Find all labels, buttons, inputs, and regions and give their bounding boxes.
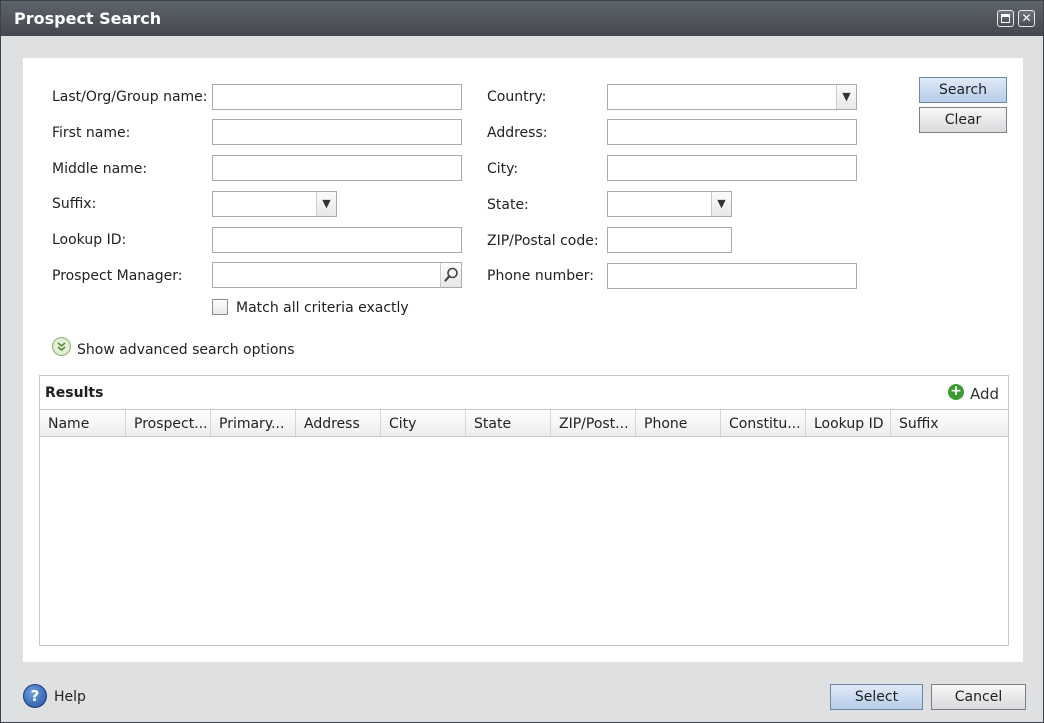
double-chevron-down-icon[interactable] [52,337,71,356]
last-name-input[interactable] [212,84,462,110]
address-input[interactable] [607,119,857,145]
search-button[interactable]: Search [919,77,1007,103]
help-link[interactable]: Help [54,689,86,705]
match-all-checkbox[interactable] [212,299,228,315]
chevron-down-icon[interactable]: ▼ [836,85,856,109]
maximize-button[interactable] [997,10,1014,27]
close-icon: ✕ [1021,11,1032,25]
chevron-down-icon[interactable]: ▼ [316,192,336,216]
advanced-search-toggle[interactable]: Show advanced search options [77,342,295,358]
prospect-manager-field[interactable] [212,262,462,288]
city-input[interactable] [607,155,857,181]
column-header-address[interactable]: Address [296,410,381,436]
prospect-manager-search-button[interactable] [440,263,461,287]
lookup-id-input[interactable] [212,227,462,253]
first-name-label: First name: [52,125,131,141]
column-header-zip[interactable]: ZIP/Post... [551,410,636,436]
column-header-lookup-id[interactable]: Lookup ID [806,410,891,436]
search-panel: Last/Org/Group name: First name: Middle … [23,58,1023,662]
suffix-dropdown[interactable]: ▼ [212,191,337,217]
match-all-label: Match all criteria exactly [236,300,409,316]
column-header-phone[interactable]: Phone [636,410,721,436]
phone-input[interactable] [607,263,857,289]
maximize-icon [1001,14,1010,23]
magnifier-icon [444,267,458,282]
clear-button[interactable]: Clear [919,107,1007,133]
suffix-label: Suffix: [52,196,97,212]
phone-label: Phone number: [487,268,594,284]
column-header-suffix[interactable]: Suffix [891,410,1008,436]
state-label: State: [487,197,529,213]
state-dropdown[interactable]: ▼ [607,191,732,217]
middle-name-label: Middle name: [52,161,148,177]
prospect-manager-label: Prospect Manager: [52,268,183,284]
select-button[interactable]: Select [830,684,923,710]
lookup-id-label: Lookup ID: [52,232,127,248]
results-title: Results [45,385,104,401]
plus-circle-icon: + [948,384,964,400]
address-label: Address: [487,125,548,141]
column-header-primary[interactable]: Primary... [211,410,296,436]
question-icon[interactable]: ? [23,684,47,708]
results-grid-header: Name Prospect... Primary... Address City… [40,409,1008,437]
city-label: City: [487,161,519,177]
dialog-title: Prospect Search [14,9,162,28]
middle-name-input[interactable] [212,155,462,181]
results-grid-body [40,438,1008,645]
column-header-name[interactable]: Name [40,410,126,436]
country-label: Country: [487,89,547,105]
title-bar: Prospect Search ✕ [1,1,1043,36]
zip-input[interactable] [607,227,732,253]
close-button[interactable]: ✕ [1018,10,1035,27]
prospect-search-dialog: Prospect Search ✕ Last/Org/Group name: F… [0,0,1044,723]
first-name-input[interactable] [212,119,462,145]
results-panel: Results + Add Name Prospect... Primary..… [39,375,1009,646]
zip-label: ZIP/Postal code: [487,233,599,249]
column-header-state[interactable]: State [466,410,551,436]
last-name-label: Last/Org/Group name: [52,89,208,105]
country-dropdown[interactable]: ▼ [607,84,857,110]
add-label: Add [970,385,1000,403]
column-header-prospect-manager[interactable]: Prospect... [126,410,211,436]
cancel-button[interactable]: Cancel [931,684,1026,710]
chevron-down-icon[interactable]: ▼ [711,192,731,216]
column-header-constituent[interactable]: Constitu... [721,410,806,436]
column-header-city[interactable]: City [381,410,466,436]
expand-chevrons [57,342,66,352]
